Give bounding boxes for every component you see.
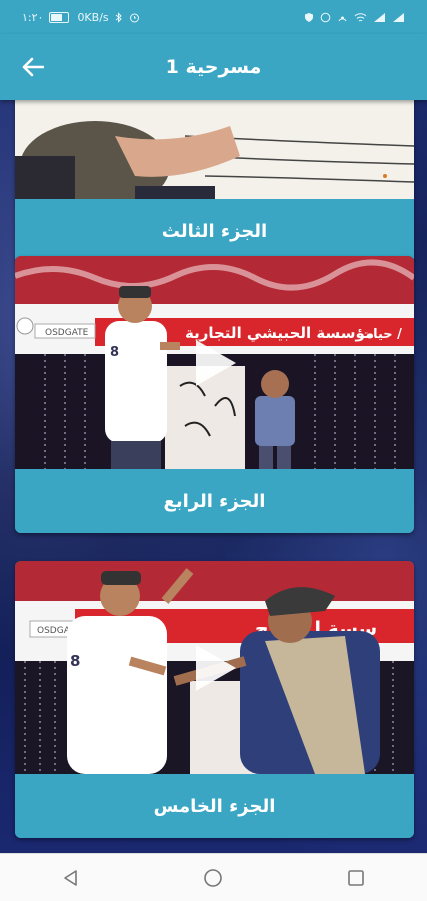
cell-signal-2-icon xyxy=(393,12,404,22)
page-title: مسرحية 1 xyxy=(165,56,262,78)
battery-icon xyxy=(49,11,70,23)
episode-thumbnail[interactable] xyxy=(15,100,414,199)
episode-title: الجزء الثالث xyxy=(15,199,414,263)
svg-text:OSDGATE: OSDGATE xyxy=(45,328,89,338)
episode-card-4[interactable]: OSDGATE مؤسسة الحبيشي التجارية حيات / 8 xyxy=(15,256,414,533)
nav-recent-button[interactable] xyxy=(336,858,376,898)
wifi-icon xyxy=(354,12,367,21)
episode-title: الجزء الخامس xyxy=(15,774,414,838)
thumbnail-image xyxy=(15,100,414,199)
system-nav-bar xyxy=(0,853,427,901)
play-button[interactable] xyxy=(187,640,243,696)
square-recent-icon xyxy=(348,869,364,886)
play-icon xyxy=(195,644,236,691)
arrow-left-icon xyxy=(22,57,44,77)
episode-title: الجزء الرابع xyxy=(15,469,414,533)
svg-text:8: 8 xyxy=(70,652,80,670)
banner-side-text: حيات / xyxy=(360,327,402,342)
nav-back-button[interactable] xyxy=(51,858,91,898)
shield-icon xyxy=(305,12,313,22)
bluetooth-icon xyxy=(115,11,122,23)
triangle-back-icon xyxy=(64,869,77,886)
status-speed: 0KB/s xyxy=(77,10,109,24)
app-bar: مسرحية 1 xyxy=(0,34,427,100)
episode-thumbnail[interactable]: OSDGATE مؤسسة الحبيشي التجارية حيات / 8 xyxy=(15,256,414,469)
status-time: ١:٢٠ xyxy=(22,10,44,24)
alarm-icon xyxy=(129,13,139,22)
cell-signal-icon xyxy=(374,12,385,22)
episode-thumbnail[interactable]: OSDGATE سسة ا ة التج 8 xyxy=(15,561,414,774)
status-right xyxy=(304,12,405,23)
status-left: ١:٢٠ 0KB/s xyxy=(22,11,140,24)
status-bar: ١:٢٠ 0KB/s xyxy=(0,0,427,34)
episode-list[interactable]: الجزء الثالث OSDGATE مؤسسة الحبيشي التجا… xyxy=(0,100,427,853)
play-button[interactable] xyxy=(187,335,243,391)
episode-card-5[interactable]: OSDGATE سسة ا ة التج 8 الجزء الخامس xyxy=(15,561,414,838)
signal-icon xyxy=(338,16,347,21)
circle-home-icon xyxy=(204,868,223,887)
episode-card-3[interactable]: الجزء الثالث xyxy=(15,100,414,263)
back-button[interactable] xyxy=(18,52,48,82)
whatsapp-icon xyxy=(320,12,331,22)
svg-text:8: 8 xyxy=(110,345,119,360)
nav-home-button[interactable] xyxy=(193,858,233,898)
play-icon xyxy=(195,339,236,386)
